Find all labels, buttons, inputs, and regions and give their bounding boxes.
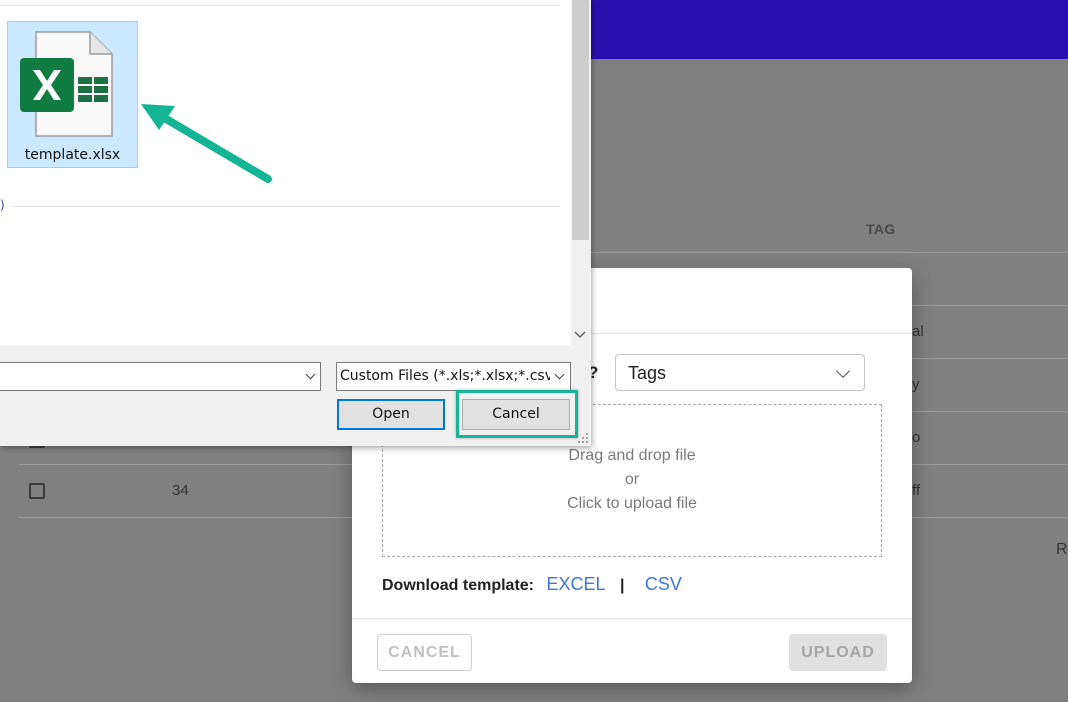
group-divider [0,5,560,6]
upload-type-select[interactable]: Tags [615,354,865,391]
row-checkbox[interactable] [29,483,45,499]
table-cell-tag: y [912,376,920,393]
dropzone-text-click: Click to upload file [567,495,697,512]
table-header-tag: TAG [866,221,896,237]
table-cell-id: 34 [172,482,189,499]
annotation-arrow-icon [141,104,272,183]
file-list-pane[interactable]: template.xlsx ) [0,0,571,345]
chevron-down-icon [835,363,851,379]
file-type-select-value: Custom Files (*.xls;*.xlsx;*.csv;*.xl [340,368,571,384]
file-item-template[interactable]: template.xlsx [7,21,138,168]
download-template-label: Download template: [382,577,535,594]
file-type-select[interactable]: Custom Files (*.xls;*.xlsx;*.csv;*.xl [336,362,571,391]
excel-template-link[interactable]: EXCEL [546,574,605,594]
link-separator: | [619,577,625,594]
group-divider [12,206,560,207]
chevron-down-icon [554,369,565,380]
cancel-highlight-box [456,390,578,438]
download-template-row: Download template: EXCEL | CSV [382,574,682,595]
modal-cancel-button[interactable]: CANCEL [377,634,472,671]
open-button[interactable]: Open [337,399,445,430]
table-cell-tag: al [912,323,924,340]
dropzone-text-drag: Drag and drop file [568,447,696,464]
excel-file-icon [20,31,113,137]
modal-divider [352,618,912,619]
scrollbar-thumb[interactable] [572,0,589,240]
upload-type-select-value: Tags [628,363,667,383]
group-header-fragment: ) [0,198,5,212]
file-name-input[interactable] [0,362,321,391]
dropzone-text-or: or [624,471,640,488]
csv-template-link[interactable]: CSV [645,574,682,594]
scroll-down-icon[interactable] [574,331,586,339]
upload-button[interactable]: UPLOAD [789,634,887,671]
file-open-dialog: template.xlsx ) Custom Files (*.xls;*.xl… [0,0,591,446]
chevron-down-icon[interactable] [305,369,316,380]
table-cell-tag: ff [912,482,921,499]
pagination-label: R [1056,541,1068,558]
resize-grip-icon[interactable] [577,432,589,444]
table-cell-tag: o [912,429,921,446]
file-name-label: template.xlsx [24,147,121,163]
